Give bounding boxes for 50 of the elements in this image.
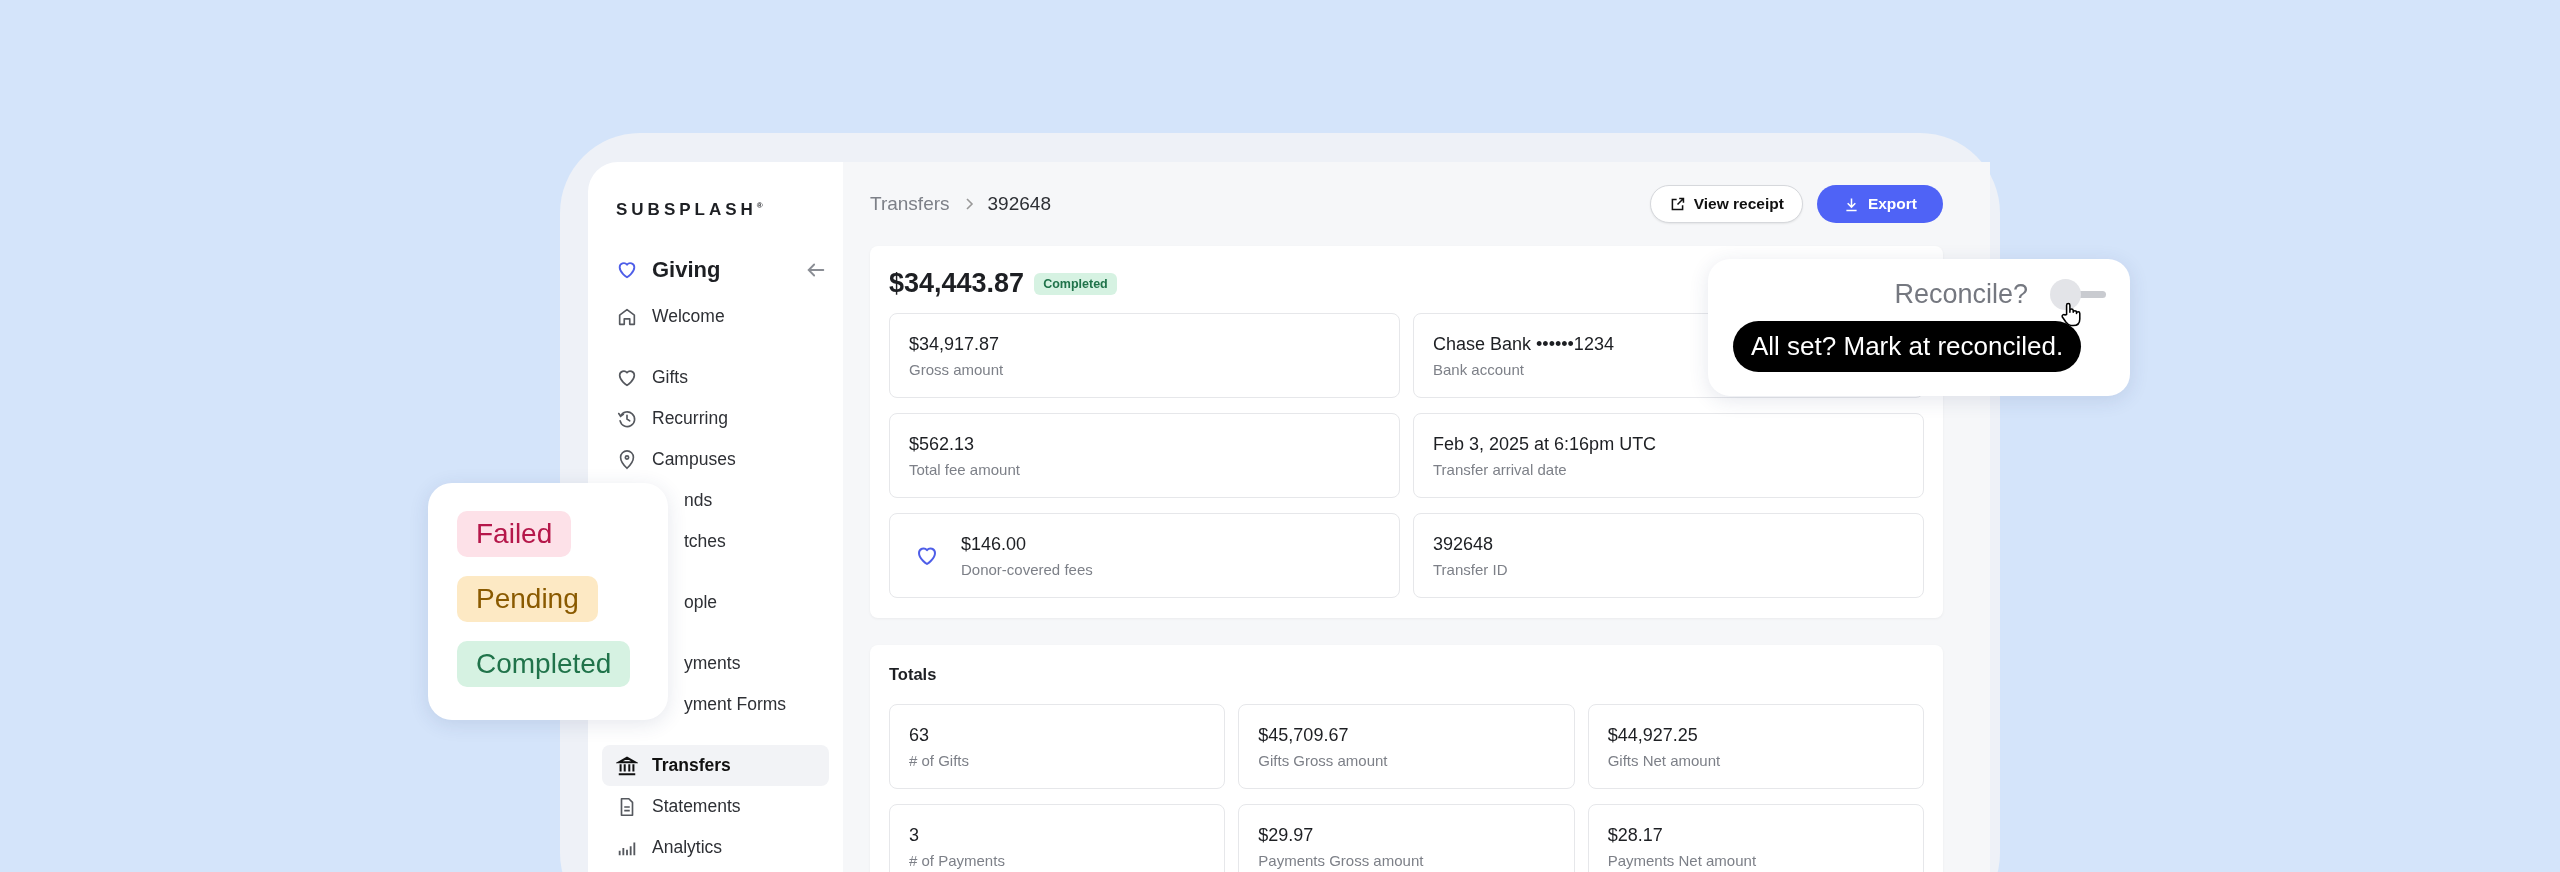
- tile-label: Gifts Gross amount: [1258, 751, 1388, 769]
- chevron-right-icon: [963, 196, 974, 212]
- tile-value: 392648: [1433, 533, 1495, 555]
- tile-label: Transfer ID: [1433, 560, 1508, 578]
- tile-value: $34,917.87: [909, 333, 1001, 355]
- tile-value: $562.13: [909, 433, 976, 455]
- status-badge: Pending: [457, 576, 598, 622]
- transfer-amount: $34,443.87: [889, 268, 1025, 299]
- totals-title: Totals: [889, 665, 938, 684]
- tile-label: # of Gifts: [909, 751, 970, 769]
- tile-label: Total fee amount: [909, 460, 1020, 478]
- nav-item[interactable]: Welcome: [602, 296, 829, 337]
- status-badge: Completed: [1034, 272, 1117, 295]
- breadcrumb-link[interactable]: Transfers: [870, 193, 950, 215]
- tile-value: $45,709.67: [1258, 724, 1350, 746]
- tile-value: $146.00: [961, 533, 1028, 555]
- nav-item[interactable]: Campuses: [602, 439, 829, 480]
- tile-value: $44,927.25: [1607, 724, 1699, 746]
- tile-label: Payments Gross amount: [1258, 851, 1424, 869]
- tile-label: # of Payments: [909, 851, 1005, 869]
- tile-label: Gifts Net amount: [1607, 751, 1721, 769]
- tile-value: $29.97: [1258, 824, 1315, 846]
- reconcile-label: Reconcile?: [1894, 278, 2028, 310]
- view-receipt-button[interactable]: View receipt: [1649, 185, 1803, 223]
- export-button[interactable]: Export: [1816, 185, 1943, 223]
- tile-value: Feb 3, 2025 at 6:16pm UTC: [1433, 433, 1657, 455]
- nav-item[interactable]: Recurring: [602, 398, 829, 439]
- tile-label: Payments Net amount: [1607, 851, 1757, 869]
- nav-item[interactable]: Analytics: [602, 827, 829, 868]
- tile-value: 3: [909, 824, 920, 846]
- tile-value: $28.17: [1607, 824, 1664, 846]
- reconcile-toggle[interactable]: [2050, 277, 2106, 311]
- logo: SUBSPLASH$^{®}$: [615, 200, 764, 220]
- status-badge: Failed: [457, 511, 572, 557]
- tile-value: Chase Bank ••••••1234: [1433, 333, 1614, 355]
- bank-icon: [616, 754, 638, 777]
- nav-item[interactable]: Transfers: [602, 745, 829, 786]
- nav-item[interactable]: Gifts: [602, 357, 829, 398]
- heart-icon: [616, 259, 638, 281]
- nav-item[interactable]: Statements: [602, 786, 829, 827]
- tile-label: Bank account: [1433, 360, 1525, 378]
- hand-cursor-icon: [2060, 301, 2082, 328]
- section-title: Giving: [652, 257, 722, 283]
- tile-label: Donor-covered fees: [961, 560, 1093, 578]
- tile-value: 63: [909, 724, 931, 746]
- tile-label: Transfer arrival date: [1433, 460, 1568, 478]
- breadcrumb-current: 392648: [987, 193, 1051, 215]
- tile-label: Gross amount: [909, 360, 1004, 378]
- status-badge: Completed: [457, 641, 631, 687]
- tooltip: All set? Mark at reconciled.: [1733, 321, 2082, 372]
